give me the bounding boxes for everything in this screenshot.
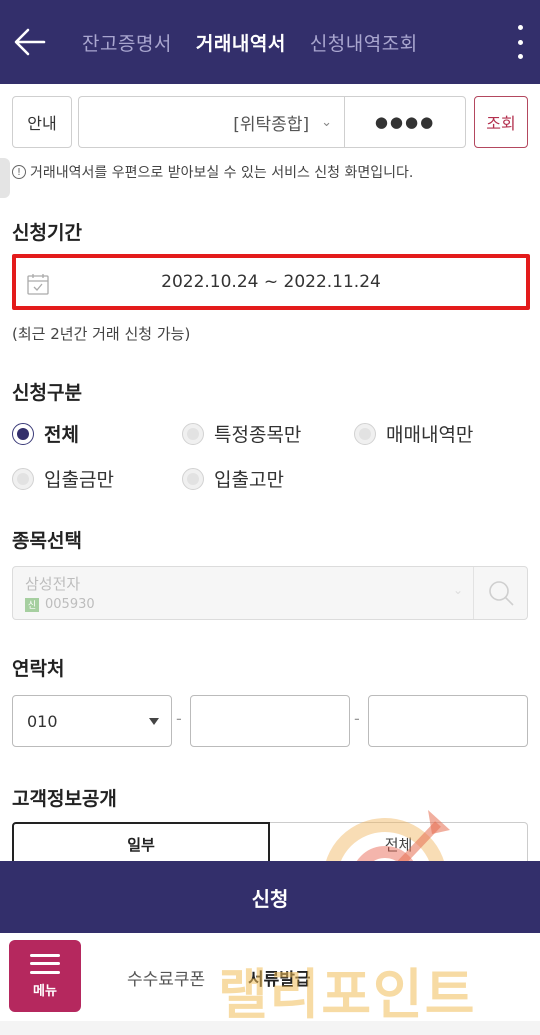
radio-stock-in-out-label: 입출고만	[214, 469, 284, 491]
stock-code-row: 신 005930	[25, 597, 95, 612]
account-type-label: [위탁종합]	[233, 114, 310, 135]
period-hint: (최근 2년간 거래 신청 가능)	[12, 325, 191, 343]
menu-label: 메뉴	[33, 983, 57, 999]
chevron-down-icon: ⌄	[453, 583, 464, 597]
dropdown-triangle-icon	[149, 718, 159, 725]
hamburger-icon	[30, 953, 60, 974]
radio-unchecked-icon	[182, 422, 204, 445]
app-header: 잔고증명서 거래내역서 신청내역조회	[0, 0, 540, 84]
menu-button[interactable]: 메뉴	[9, 940, 81, 1012]
radio-specific-stock[interactable]: 특정종목만	[182, 420, 301, 447]
phone-separator: -	[176, 709, 182, 728]
service-notice: ! 거래내역서를 우편으로 받아보실 수 있는 서비스 신청 화면입니다.	[12, 162, 413, 182]
radio-all-label: 전체	[44, 424, 79, 446]
guide-button[interactable]: 안내	[12, 96, 72, 148]
stock-search-button[interactable]	[473, 567, 527, 619]
system-bottom-strip	[0, 1021, 540, 1035]
disclosure-title: 고객정보공개	[12, 788, 117, 810]
stock-title: 종목선택	[12, 530, 82, 552]
tab-transaction-statement[interactable]: 거래내역서	[196, 29, 286, 56]
radio-deposit-withdraw-label: 입출금만	[44, 469, 114, 491]
credit-badge: 신	[25, 597, 39, 612]
date-range-value: 2022.10.24 ~ 2022.11.24	[161, 272, 381, 292]
chevron-down-icon: ⌄	[321, 114, 332, 130]
period-title: 신청기간	[12, 222, 82, 244]
radio-checked-icon	[12, 422, 34, 445]
phone-middle-input[interactable]	[190, 695, 350, 747]
bottom-nav: 메뉴 수수료쿠폰 서류발급	[0, 933, 540, 1021]
disclosure-toggle: 일부 전체	[12, 822, 528, 866]
account-row: 안내 [위탁종합] ⌄ ●●●● 조회	[12, 96, 528, 148]
disclosure-full-button[interactable]: 전체	[270, 822, 528, 866]
side-drawer-handle[interactable]	[0, 158, 10, 198]
search-icon	[488, 581, 514, 606]
radio-unchecked-icon	[182, 467, 204, 490]
quick-document-issue[interactable]: 서류발급	[248, 965, 311, 990]
radio-deposit-withdraw[interactable]: 입출금만	[12, 465, 114, 492]
phone-prefix-value: 010	[27, 711, 58, 731]
category-radio-group: 전체 특정종목만 매매내역만 입출금만 입출고만	[12, 420, 528, 500]
phone-prefix-select[interactable]: 010	[12, 695, 172, 747]
tab-balance-certificate[interactable]: 잔고증명서	[82, 29, 172, 56]
query-button[interactable]: 조회	[474, 96, 528, 148]
more-options-icon[interactable]	[514, 22, 526, 62]
back-arrow-icon[interactable]	[12, 24, 48, 60]
info-icon: !	[12, 165, 26, 179]
tab-bar: 잔고증명서 거래내역서 신청내역조회	[82, 0, 418, 84]
account-select[interactable]: [위탁종합] ⌄	[78, 96, 344, 148]
contact-title: 연락처	[12, 658, 65, 680]
phone-last-input[interactable]	[368, 695, 528, 747]
password-field[interactable]: ●●●●	[344, 96, 466, 148]
radio-trade-only-label: 매매내역만	[386, 424, 474, 446]
notice-text: 거래내역서를 우편으로 받아보실 수 있는 서비스 신청 화면입니다.	[30, 165, 414, 181]
stock-name: 삼성전자	[25, 575, 81, 593]
stock-select[interactable]: 삼성전자 신 005930 ⌄	[12, 566, 528, 620]
stock-code: 005930	[45, 597, 95, 612]
radio-unchecked-icon	[12, 467, 34, 490]
radio-stock-in-out[interactable]: 입출고만	[182, 465, 284, 492]
phone-separator: -	[354, 709, 360, 728]
tab-application-history[interactable]: 신청내역조회	[310, 29, 418, 56]
radio-specific-stock-label: 특정종목만	[214, 424, 302, 446]
submit-button[interactable]: 신청	[0, 861, 540, 933]
calendar-icon	[27, 274, 49, 295]
date-range-picker[interactable]: 2022.10.24 ~ 2022.11.24	[12, 254, 530, 310]
category-title: 신청구분	[12, 382, 82, 404]
radio-trade-only[interactable]: 매매내역만	[354, 420, 473, 447]
radio-all[interactable]: 전체	[12, 420, 79, 447]
disclosure-partial-button[interactable]: 일부	[12, 822, 270, 866]
quick-fee-coupon[interactable]: 수수료쿠폰	[127, 965, 205, 990]
phone-row: 010 - -	[12, 695, 528, 747]
radio-unchecked-icon	[354, 422, 376, 445]
